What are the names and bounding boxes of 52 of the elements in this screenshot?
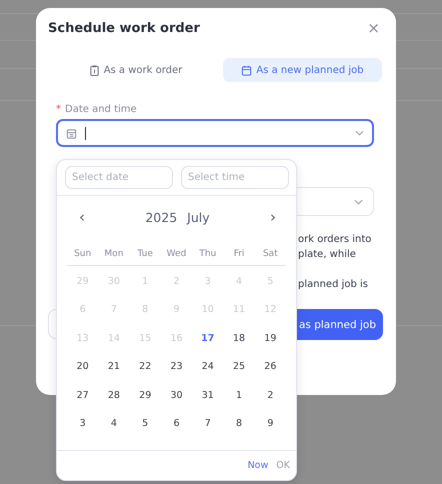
time-input[interactable]: Select time — [181, 166, 289, 189]
calendar-icon — [241, 64, 252, 76]
tab[interactable]: As a work order — [56, 58, 215, 82]
calendar-icon — [66, 128, 77, 138]
month-label[interactable]: July — [187, 210, 210, 224]
weekday-label: Wed — [166, 249, 188, 259]
weekday-label: Sun — [73, 249, 92, 259]
calendar-day[interactable]: 5 — [142, 418, 148, 430]
weekday-label: Tue — [136, 249, 154, 259]
field-label: Date and time — [65, 104, 137, 115]
calendar-day[interactable]: 25 — [233, 361, 246, 372]
description-text: plate, while — [298, 248, 357, 262]
calendar-day[interactable]: 2 — [267, 390, 274, 401]
calendar-day[interactable]: 21 — [108, 361, 120, 372]
weekday-label: Mon — [103, 249, 124, 259]
description-text: planned job is — [298, 278, 370, 292]
weekday-label: Sat — [262, 249, 279, 259]
calendar-day[interactable]: 7 — [204, 418, 211, 430]
close-button[interactable]: × — [365, 19, 382, 37]
calendar-day[interactable]: 8 — [236, 418, 242, 430]
calendar-day[interactable]: 9 — [267, 418, 274, 430]
calendar-day[interactable]: 27 — [76, 390, 89, 401]
chevron-down-icon — [354, 198, 363, 204]
calendar-day[interactable]: 29 — [139, 390, 152, 401]
calendar-day[interactable]: 18 — [233, 332, 246, 344]
date-time-field[interactable] — [56, 119, 374, 147]
calendar-day[interactable]: 30 — [170, 390, 183, 401]
weekday-label: Thu — [198, 249, 218, 259]
calendar-day[interactable]: 23 — [170, 361, 183, 372]
previous-month-button[interactable]: ‹ — [73, 208, 91, 226]
calendar-day[interactable]: 24 — [202, 361, 214, 372]
calendar-day[interactable]: 28 — [108, 390, 120, 401]
calendar-day[interactable]: 1 — [236, 390, 242, 401]
calendar-day[interactable]: 17 — [201, 332, 214, 344]
calendar-day[interactable]: 31 — [202, 390, 214, 401]
calendar-day[interactable]: 4 — [110, 418, 117, 430]
clipboard-icon — [88, 64, 100, 76]
calendar-day[interactable]: 26 — [264, 361, 276, 372]
weekday-label: Fri — [232, 249, 246, 259]
next-month-button[interactable]: › — [264, 208, 282, 226]
date-input[interactable]: Select date — [65, 166, 173, 189]
calendar-day[interactable]: 22 — [139, 361, 152, 372]
calendar-day[interactable]: 20 — [76, 361, 89, 372]
dialog-title: Schedule work order — [48, 20, 200, 36]
chevron-down-icon — [355, 130, 364, 136]
now-button[interactable]: Now — [248, 460, 268, 471]
tab[interactable]: As a new planned job — [223, 58, 382, 82]
year-label[interactable]: 2025 — [145, 210, 178, 224]
required-mark: * — [56, 104, 61, 115]
calendar-day[interactable]: 3 — [80, 418, 86, 430]
calendar-day[interactable]: 6 — [173, 418, 180, 430]
description-text: ork orders into — [298, 233, 372, 247]
